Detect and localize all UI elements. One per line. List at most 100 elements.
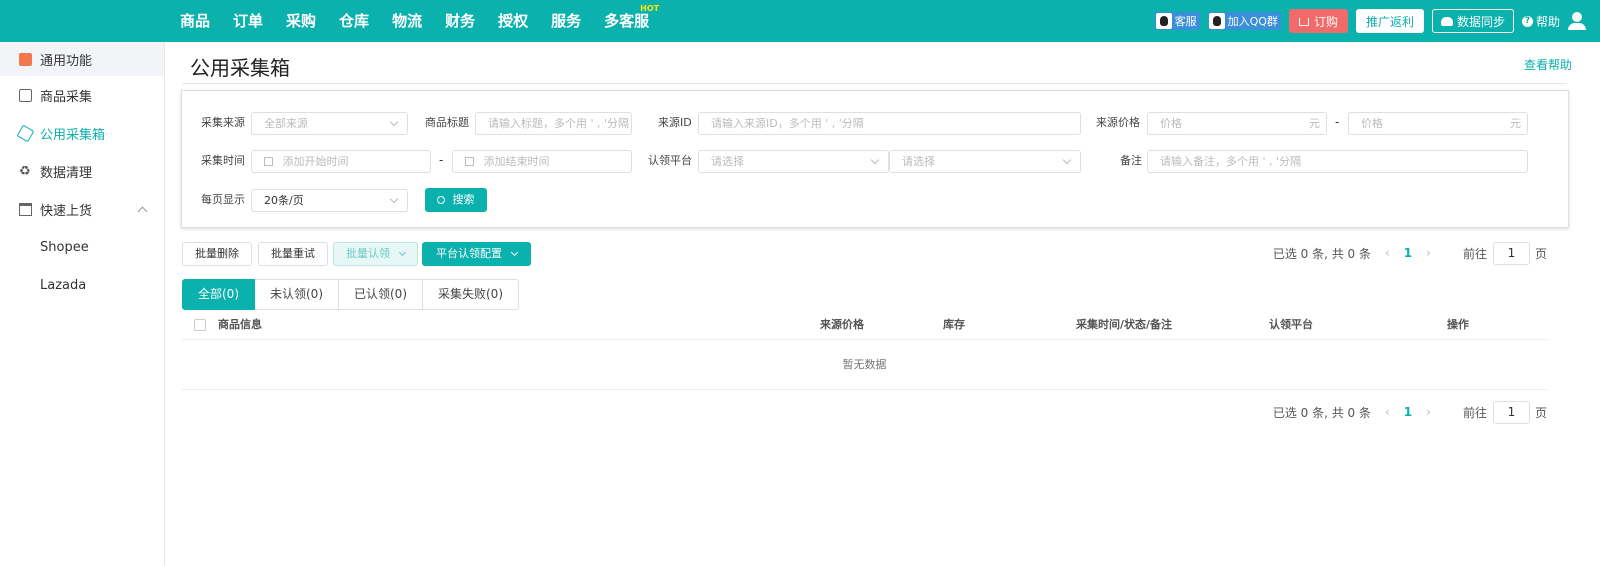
customer-service-button[interactable]: 客服 bbox=[1154, 12, 1200, 30]
title-divider bbox=[182, 83, 1567, 84]
source-select[interactable]: 全部来源 bbox=[251, 112, 408, 135]
prev-page-icon[interactable]: ‹ bbox=[1385, 405, 1390, 419]
sidebar-item-label: 快速上货 bbox=[40, 203, 93, 219]
batch-claim-button[interactable]: 批量认领 bbox=[333, 242, 418, 266]
platform-claim-config-label: 平台认领配置 bbox=[436, 247, 502, 260]
nav-goods[interactable]: 商品 bbox=[180, 0, 210, 42]
shop-icon bbox=[19, 202, 32, 216]
page-number-input[interactable]: 1 bbox=[1492, 241, 1530, 265]
chevron-down-icon bbox=[398, 248, 406, 257]
pagination-top: 已选 0 条, 共 0 条 ‹ 1 › 前往 1 页 bbox=[1273, 241, 1547, 265]
sidebar: 通用功能 商品采集 公用采集箱 ♻ 数据清理 快速上货 Shopee Lazad… bbox=[0, 42, 165, 566]
cloud-icon bbox=[1440, 16, 1453, 26]
sidebar-item-public-box[interactable]: 公用采集箱 bbox=[0, 114, 164, 152]
chevron-down-icon bbox=[389, 194, 399, 204]
price-range-dash: - bbox=[1335, 115, 1340, 129]
current-page[interactable]: 1 bbox=[1404, 246, 1412, 260]
sidebar-item-quick-listing[interactable]: 快速上货 bbox=[0, 190, 164, 228]
sidebar-item-label: 商品采集 bbox=[40, 89, 93, 105]
platform-select-1[interactable]: 请选择 bbox=[698, 150, 889, 173]
sidebar-header-common[interactable]: 通用功能 bbox=[0, 42, 164, 76]
nav-orders[interactable]: 订单 bbox=[233, 0, 263, 42]
per-page-select[interactable]: 20条/页 bbox=[251, 189, 408, 212]
nav-multi-service-label: 多客服 bbox=[604, 12, 650, 30]
platform-select-2-placeholder: 请选择 bbox=[902, 155, 935, 168]
tab-unclaimed[interactable]: 未认领(0) bbox=[255, 279, 339, 310]
search-doc-icon bbox=[19, 88, 32, 102]
note-input[interactable]: 请输入备注，多个用 ' , '分隔 bbox=[1147, 150, 1528, 173]
hot-badge: HOT bbox=[640, 4, 660, 13]
qq-icon bbox=[1155, 13, 1172, 29]
nav-warehouse[interactable]: 仓库 bbox=[339, 0, 369, 42]
nav-finance[interactable]: 财务 bbox=[445, 0, 475, 42]
nav-purchase[interactable]: 采购 bbox=[286, 0, 316, 42]
per-page-label: 每页显示 bbox=[201, 193, 245, 206]
page-title: 公用采集箱 bbox=[190, 56, 290, 80]
help-link[interactable]: ? 帮助 bbox=[1521, 13, 1560, 30]
selection-summary: 已选 0 条, 共 0 条 bbox=[1272, 246, 1371, 261]
nav-multi-service[interactable]: 多客服 HOT bbox=[604, 0, 659, 42]
chevron-down-icon bbox=[389, 117, 399, 127]
chevron-down-icon bbox=[1062, 155, 1072, 165]
sidebar-header-label: 通用功能 bbox=[40, 53, 93, 69]
select-all-checkbox[interactable] bbox=[194, 319, 206, 331]
source-id-input[interactable]: 请输入来源ID，多个用 ' , '分隔 bbox=[698, 112, 1081, 135]
sidebar-subitem-lazada[interactable]: Lazada bbox=[0, 266, 164, 304]
next-page-icon[interactable]: › bbox=[1426, 405, 1431, 419]
platform-claim-config-button[interactable]: 平台认领配置 bbox=[422, 242, 531, 266]
tab-all[interactable]: 全部(0) bbox=[182, 279, 255, 310]
calendar-icon bbox=[264, 157, 273, 166]
chevron-down-icon bbox=[870, 155, 880, 165]
sidebar-subitem-shopee[interactable]: Shopee bbox=[0, 228, 164, 266]
search-button[interactable]: 搜索 bbox=[425, 188, 487, 212]
title-input[interactable]: 请输入标题，多个用 ' , '分隔 bbox=[475, 112, 632, 135]
price-min-input[interactable]: 价格 元 bbox=[1147, 112, 1327, 135]
join-qq-group-button[interactable]: 加入QQ群 bbox=[1207, 12, 1281, 30]
data-sync-button[interactable]: 数据同步 bbox=[1431, 9, 1514, 33]
price-max-placeholder: 价格 bbox=[1361, 117, 1383, 130]
top-navbar: 商品 订单 采购 仓库 物流 财务 授权 服务 多客服 HOT 客服 加入QQ群… bbox=[0, 0, 1600, 42]
user-avatar-icon[interactable] bbox=[1568, 12, 1586, 30]
nav-logistics[interactable]: 物流 bbox=[392, 0, 422, 42]
question-icon: ? bbox=[1521, 15, 1533, 27]
col-stock: 库存 bbox=[943, 318, 965, 331]
tab-failed[interactable]: 采集失败(0) bbox=[423, 279, 519, 310]
sidebar-item-product-collect[interactable]: 商品采集 bbox=[0, 76, 164, 114]
col-collect-time-status-note: 采集时间/状态/备注 bbox=[1076, 318, 1173, 331]
promo-rebate-button[interactable]: 推广返利 bbox=[1355, 9, 1424, 33]
tab-claimed[interactable]: 已认领(0) bbox=[339, 279, 423, 310]
sidebar-item-data-clean[interactable]: ♻ 数据清理 bbox=[0, 152, 164, 190]
col-actions: 操作 bbox=[1447, 318, 1469, 331]
platform-select-2[interactable]: 请选择 bbox=[889, 150, 1081, 173]
time-label: 采集时间 bbox=[201, 154, 245, 167]
data-sync-label: 数据同步 bbox=[1456, 14, 1505, 29]
batch-retry-button[interactable]: 批量重试 bbox=[258, 242, 328, 266]
empty-state: 暂无数据 bbox=[182, 341, 1547, 390]
start-time-input[interactable]: 添加开始时间 bbox=[251, 150, 431, 173]
title-label: 商品标题 bbox=[425, 116, 469, 129]
col-claim-platform: 认领平台 bbox=[1269, 318, 1313, 331]
next-page-icon[interactable]: › bbox=[1426, 246, 1431, 260]
note-label: 备注 bbox=[1120, 154, 1142, 167]
page-unit-label: 页 bbox=[1534, 405, 1547, 420]
batch-delete-button[interactable]: 批量删除 bbox=[182, 242, 252, 266]
chevron-down-icon bbox=[510, 248, 518, 257]
nav-service[interactable]: 服务 bbox=[551, 0, 581, 42]
price-max-input[interactable]: 价格 元 bbox=[1348, 112, 1528, 135]
end-time-input[interactable]: 添加结束时间 bbox=[452, 150, 632, 173]
sidebar-item-label: 数据清理 bbox=[40, 165, 93, 181]
view-help-link[interactable]: 查看帮助 bbox=[1524, 56, 1572, 73]
store-icon bbox=[19, 52, 32, 66]
recycle-icon: ♻ bbox=[19, 163, 31, 179]
prev-page-icon[interactable]: ‹ bbox=[1385, 246, 1390, 260]
current-page[interactable]: 1 bbox=[1404, 405, 1412, 419]
chevron-up-icon bbox=[137, 206, 148, 216]
page-number-input[interactable]: 1 bbox=[1492, 400, 1530, 424]
calendar-icon bbox=[465, 157, 474, 166]
nav-authorize[interactable]: 授权 bbox=[498, 0, 528, 42]
order-button[interactable]: 订购 bbox=[1288, 9, 1348, 33]
platform-label: 认领平台 bbox=[648, 154, 692, 167]
col-source-price: 来源价格 bbox=[820, 318, 864, 331]
source-id-label: 来源ID bbox=[658, 116, 692, 129]
price-min-placeholder: 价格 bbox=[1160, 117, 1182, 130]
